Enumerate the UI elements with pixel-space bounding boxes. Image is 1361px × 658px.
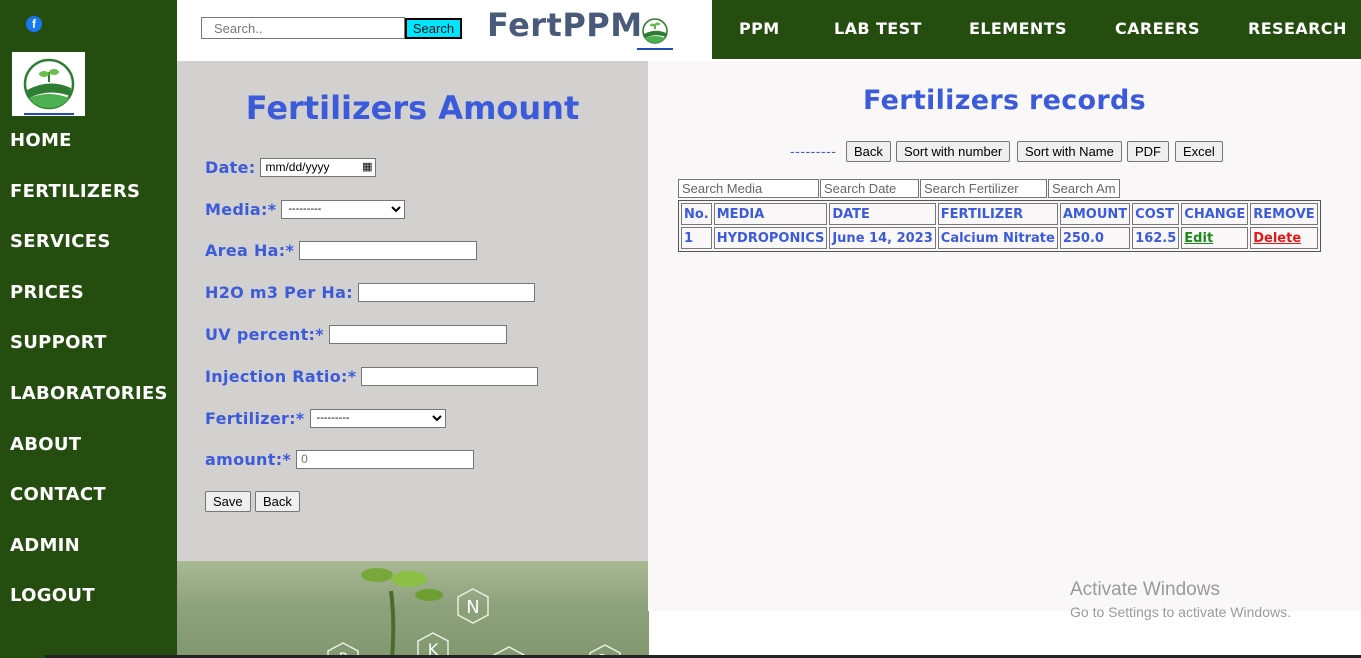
fertilizer-amount-form: Fertilizers Amount Date: mm/dd/yyyy ▦ Me… bbox=[177, 61, 648, 561]
fertilizer-records-panel: Fertilizers records --------- Back Sort … bbox=[648, 61, 1361, 611]
column-header: AMOUNT bbox=[1059, 203, 1131, 225]
cell-amount: 250.0 bbox=[1059, 227, 1131, 249]
farm-field-logo-icon bbox=[642, 18, 668, 44]
sidebar-item-support[interactable]: SUPPORT bbox=[0, 332, 177, 383]
sidebar-item-services[interactable]: SERVICES bbox=[0, 231, 177, 282]
topnav-item-careers[interactable]: CAREERS bbox=[1115, 19, 1200, 38]
date-input[interactable]: mm/dd/yyyy ▦ bbox=[260, 157, 377, 177]
search-date-input[interactable] bbox=[820, 179, 919, 198]
amount-row: amount:* bbox=[205, 447, 475, 471]
sidebar-item-logout[interactable]: LOGOUT bbox=[0, 585, 177, 636]
save-button[interactable]: Save bbox=[205, 491, 251, 512]
search-amount-input[interactable] bbox=[1048, 179, 1120, 198]
form-back-button[interactable]: Back bbox=[255, 491, 300, 512]
search-media-input[interactable] bbox=[678, 179, 819, 198]
media-row: Media:* --------- bbox=[205, 197, 406, 221]
injection-label: Injection Ratio:* bbox=[205, 366, 357, 386]
h2o-label: H2O m3 Per Ha: bbox=[205, 282, 353, 302]
area-row: Area Ha:* bbox=[205, 238, 478, 262]
search-button[interactable]: Search bbox=[405, 18, 462, 39]
edit-link[interactable]: Edit bbox=[1184, 231, 1213, 246]
sidebar-item-home[interactable]: HOME bbox=[0, 130, 177, 181]
topnav-item-research[interactable]: RESEARCH bbox=[1248, 19, 1347, 38]
injection-row: Injection Ratio:* bbox=[205, 364, 539, 388]
media-label: Media:* bbox=[205, 199, 277, 219]
sidebar-item-prices[interactable]: PRICES bbox=[0, 282, 177, 333]
column-header: COST bbox=[1132, 203, 1180, 225]
uv-input[interactable] bbox=[328, 324, 507, 344]
uv-label: UV percent:* bbox=[205, 324, 324, 344]
records-dashes: --------- bbox=[790, 143, 837, 159]
amount-label: amount:* bbox=[205, 449, 292, 469]
header: Search FertPPM bbox=[177, 0, 712, 61]
cell-date: June 14, 2023 bbox=[829, 227, 936, 249]
amount-input[interactable] bbox=[296, 449, 475, 469]
top-nav: PPM LAB TEST ELEMENTS CAREERS RESEARCH bbox=[712, 0, 1361, 59]
cell-no: 1 bbox=[681, 227, 712, 249]
area-label: Area Ha:* bbox=[205, 240, 295, 260]
topnav-item-elements[interactable]: ELEMENTS bbox=[969, 19, 1067, 38]
topnav-item-lab-test[interactable]: LAB TEST bbox=[834, 19, 922, 38]
column-header: CHANGE bbox=[1181, 203, 1249, 225]
sort-number-button[interactable]: Sort with number bbox=[896, 141, 1011, 162]
uv-row: UV percent:* bbox=[205, 322, 507, 346]
h2o-row: H2O m3 Per Ha: bbox=[205, 280, 535, 304]
column-header: DATE bbox=[829, 203, 936, 225]
date-row: Date: mm/dd/yyyy ▦ bbox=[205, 155, 377, 179]
excel-button[interactable]: Excel bbox=[1175, 141, 1223, 162]
activate-windows-subtitle: Go to Settings to activate Windows. bbox=[1070, 604, 1291, 620]
column-header: FERTILIZER bbox=[937, 203, 1058, 225]
sidebar-item-fertilizers[interactable]: FERTILIZERS bbox=[0, 181, 177, 232]
fertilizer-row: Fertilizer:* --------- bbox=[205, 406, 446, 430]
sidebar-item-laboratories[interactable]: LABORATORIES bbox=[0, 383, 177, 434]
area-input[interactable] bbox=[299, 240, 478, 260]
delete-link[interactable]: Delete bbox=[1253, 231, 1301, 246]
date-label: Date: bbox=[205, 157, 256, 177]
search-fertilizer-input[interactable] bbox=[920, 179, 1047, 198]
fertilizer-select[interactable]: --------- bbox=[309, 408, 446, 428]
table-header-row: No. MEDIA DATE FERTILIZER AMOUNT COST CH… bbox=[681, 203, 1318, 225]
farm-field-logo-icon bbox=[23, 58, 75, 115]
brand-logo-icon[interactable] bbox=[637, 14, 673, 50]
media-select[interactable]: --------- bbox=[281, 199, 406, 219]
sidebar-nav: HOME FERTILIZERS SERVICES PRICES SUPPORT… bbox=[0, 130, 177, 636]
cell-cost: 162.5 bbox=[1132, 227, 1180, 249]
sidebar-item-contact[interactable]: CONTACT bbox=[0, 484, 177, 535]
h2o-input[interactable] bbox=[357, 282, 535, 302]
form-title: Fertilizers Amount bbox=[245, 89, 580, 127]
sidebar-item-admin[interactable]: ADMIN bbox=[0, 535, 177, 586]
table-row: 1 HYDROPONICS June 14, 2023 Calcium Nitr… bbox=[681, 227, 1318, 249]
cell-change: Edit bbox=[1181, 227, 1249, 249]
cell-remove: Delete bbox=[1250, 227, 1318, 249]
sort-name-button[interactable]: Sort with Name bbox=[1017, 141, 1122, 162]
cell-media: HYDROPONICS bbox=[713, 227, 828, 249]
brand-title[interactable]: FertPPM bbox=[487, 6, 643, 44]
date-placeholder: mm/dd/yyyy bbox=[265, 159, 330, 174]
column-header: REMOVE bbox=[1250, 203, 1318, 225]
column-header: No. bbox=[681, 203, 712, 225]
topnav-item-ppm[interactable]: PPM bbox=[739, 19, 780, 38]
records-table: No. MEDIA DATE FERTILIZER AMOUNT COST CH… bbox=[678, 200, 1321, 252]
cell-fertilizer: Calcium Nitrate bbox=[937, 227, 1058, 249]
records-back-button[interactable]: Back bbox=[846, 141, 891, 162]
fertilizer-label: Fertilizer:* bbox=[205, 408, 305, 428]
injection-input[interactable] bbox=[361, 366, 539, 386]
records-title: Fertilizers records bbox=[862, 85, 1147, 116]
activate-windows-title: Activate Windows bbox=[1070, 579, 1220, 600]
search-input[interactable] bbox=[201, 17, 405, 39]
facebook-icon[interactable]: f bbox=[26, 16, 42, 32]
pdf-button[interactable]: PDF bbox=[1127, 141, 1169, 162]
seedling-illustration: N K P Ca Mg bbox=[177, 561, 649, 658]
sidebar: f HOME FERTILIZERS SERVICES PRICES SUPPO… bbox=[0, 0, 177, 658]
column-header: MEDIA bbox=[713, 203, 828, 225]
calendar-icon[interactable]: ▦ bbox=[362, 159, 372, 176]
sidebar-item-about[interactable]: ABOUT bbox=[0, 434, 177, 485]
site-logo[interactable] bbox=[12, 52, 85, 116]
seedling-hero-image: N K P Ca Mg bbox=[177, 561, 649, 658]
hex-label-n: N bbox=[466, 597, 479, 618]
